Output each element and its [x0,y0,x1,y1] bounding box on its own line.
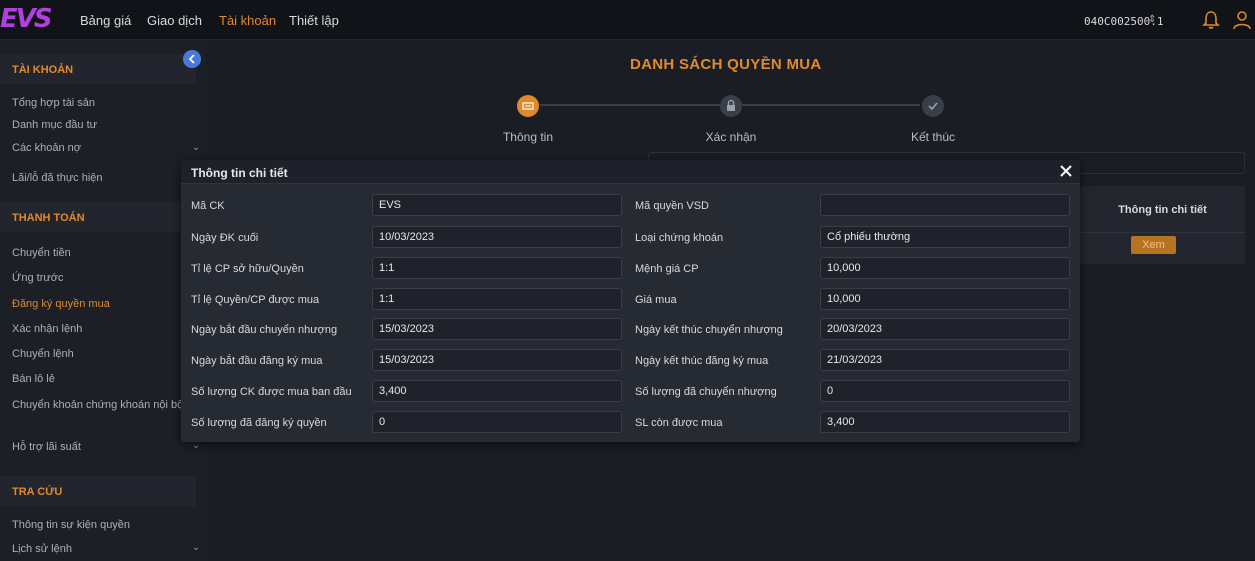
top-bar: EVS Bảng giá Giao dịch Tài khoản Thiết l… [0,0,1255,40]
sidebar-item-order-transfer[interactable]: Chuyển lệnh [12,348,74,360]
sidebar-section-lookup: TRA CỨU [0,476,196,506]
last-reg-date-field[interactable]: 10/03/2023 [372,226,622,248]
step-info-dot [517,95,539,117]
nav-settings[interactable]: Thiết lập [289,13,339,28]
modal-title: Thông tin chi tiết [191,166,288,180]
nav-account[interactable]: Tài khoản [219,13,276,28]
reg-start-field[interactable]: 15/03/2023 [372,349,622,371]
sidebar-item-debts[interactable]: Các khoản nợ [12,142,81,154]
close-icon[interactable] [1058,163,1074,179]
sidebar-item-realized-pl[interactable]: Lãi/lỗ đã thực hiện [12,172,103,184]
view-button[interactable]: Xem [1131,236,1176,254]
purchase-price-field[interactable]: 10,000 [820,288,1070,310]
nav-price-board[interactable]: Bảng giá [80,13,131,28]
chevron-down-icon[interactable]: ⌄ [192,542,200,553]
sidebar-item-portfolio[interactable]: Danh mục đầu tư [12,119,97,131]
par-value-field[interactable]: 10,000 [820,257,1070,279]
lock-icon [727,99,735,111]
step-confirm-dot [720,95,742,117]
field-label-ownership-ratio: Tỉ lệ CP sở hữu/Quyền [191,263,304,275]
rights-table: Thông tin chi tiết Xem [1080,186,1245,264]
field-label-vsd-code: Mã quyền VSD [635,200,709,212]
field-label-security-type: Loại chứng khoán [635,232,724,244]
step-connector [742,104,920,106]
sidebar-item-order-confirm[interactable]: Xác nhận lệnh [12,323,82,335]
reg-end-field[interactable]: 21/03/2023 [820,349,1070,371]
security-type-field[interactable]: Cổ phiếu thường [820,226,1070,248]
user-icon[interactable] [1231,9,1253,31]
modal-header: Thông tin chi tiết [181,160,1080,184]
chevron-updown-icon: ⇕ [1148,14,1157,25]
sidebar-item-internal-transfer[interactable]: Chuyển khoản chứng khoán nội bộ [12,397,197,414]
column-header-details: Thông tin chi tiết [1118,204,1207,216]
field-label-transfer-start: Ngày bắt đầu chuyển nhượng [191,324,338,336]
keyboard-icon [522,102,534,110]
initial-qty-field[interactable]: 3,400 [372,380,622,402]
transfer-start-field[interactable]: 15/03/2023 [372,318,622,340]
sidebar-section-account: TÀI KHOẢN [0,54,196,84]
step-connector [540,104,720,106]
sidebar: TÀI KHOẢN Tổng hợp tài sản Danh mục đầu … [0,40,206,561]
sidebar-item-advance[interactable]: Ứng trước [12,272,63,284]
field-label-transfer-end: Ngày kết thúc chuyển nhượng [635,324,783,336]
field-label-remaining-qty: SL còn được mua [635,417,723,429]
remaining-qty-field[interactable]: 3,400 [820,411,1070,433]
details-modal: Thông tin chi tiết Mã CK EVS Ngày ĐK cuố… [181,160,1080,442]
sidebar-item-rights-events[interactable]: Thông tin sự kiện quyền [12,519,130,531]
field-label-initial-qty: Số lượng CK được mua ban đầu [191,386,352,398]
vsd-code-field[interactable] [820,194,1070,216]
nav-trading[interactable]: Giao dịch [147,13,202,28]
step-confirm-label: Xác nhận [705,130,757,144]
page-title: DANH SÁCH QUYỀN MUA [630,56,822,73]
purchase-ratio-field[interactable]: 1:1 [372,288,622,310]
transferred-qty-field[interactable]: 0 [820,380,1070,402]
step-finish-label: Kết thúc [910,130,956,144]
field-label-par-value: Mệnh giá CP [635,263,699,275]
step-finish-dot [922,95,944,117]
field-label-registered-qty: Số lượng đã đăng ký quyền [191,417,327,429]
divider [1080,232,1245,233]
field-label-purchase-price: Giá mua [635,294,677,306]
check-icon [928,102,938,111]
logo[interactable]: EVS [0,4,53,34]
field-label-stock-code: Mã CK [191,200,225,212]
sidebar-item-odd-lot[interactable]: Bán lô lẻ [12,373,55,385]
stock-code-field[interactable]: EVS [372,194,622,216]
collapse-sidebar-icon[interactable] [183,50,201,68]
bell-icon[interactable] [1200,9,1222,31]
step-info-label: Thông tin [502,130,554,144]
transfer-end-field[interactable]: 20/03/2023 [820,318,1070,340]
sidebar-item-order-history[interactable]: Lịch sử lệnh [12,543,72,555]
sidebar-item-transfer[interactable]: Chuyển tiền [12,247,71,259]
field-label-reg-start: Ngày bắt đầu đăng ký mua [191,355,323,367]
registered-qty-field[interactable]: 0 [372,411,622,433]
sidebar-item-interest-support[interactable]: Hỗ trợ lãi suất [12,441,81,453]
sidebar-section-payment: THANH TOÁN [0,202,196,232]
sidebar-item-asset-summary[interactable]: Tổng hợp tài sản [12,97,95,109]
sidebar-item-rights-purchase[interactable]: Đăng ký quyền mua [12,298,110,310]
ownership-ratio-field[interactable]: 1:1 [372,257,622,279]
field-label-purchase-ratio: Tỉ lệ Quyền/CP được mua [191,294,320,306]
field-label-last-reg-date: Ngày ĐK cuối [191,232,259,244]
chevron-down-icon[interactable]: ⌄ [192,142,200,153]
field-label-reg-end: Ngày kết thúc đăng ký mua [635,355,769,367]
field-label-transferred-qty: Số lượng đã chuyển nhượng [635,386,777,398]
